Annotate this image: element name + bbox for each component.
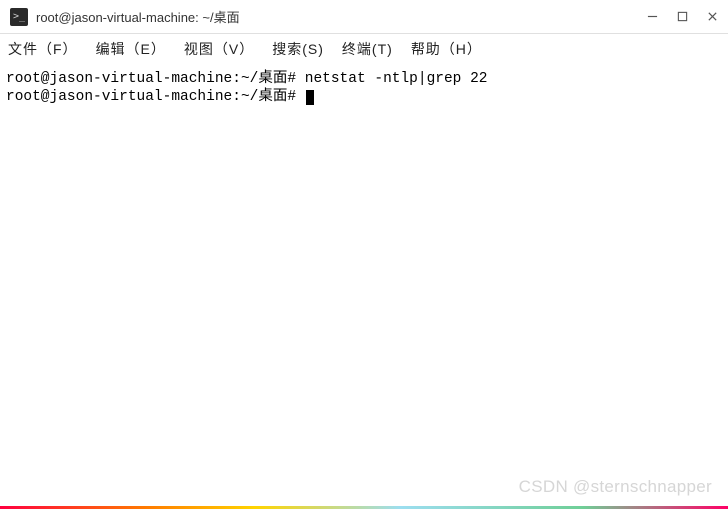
terminal-line: root@jason-virtual-machine:~/桌面# — [6, 88, 722, 106]
menu-search[interactable]: 搜索(S) — [272, 39, 324, 59]
menu-view[interactable]: 视图（V） — [184, 39, 254, 59]
window-controls — [646, 11, 718, 23]
menubar: 文件（F） 编辑（E） 视图（V） 搜索(S) 终端(T) 帮助（H） — [0, 34, 728, 64]
terminal-line: root@jason-virtual-machine:~/桌面# netstat… — [6, 70, 722, 88]
terminal-icon-glyph: >_ — [13, 11, 25, 22]
menu-edit[interactable]: 编辑（E） — [96, 39, 166, 59]
cursor-block — [306, 90, 314, 105]
titlebar: >_ root@jason-virtual-machine: ~/桌面 — [0, 0, 728, 34]
close-icon — [707, 11, 718, 22]
prompt: root@jason-virtual-machine:~/桌面# — [6, 89, 296, 105]
maximize-icon — [677, 11, 688, 22]
terminal-icon: >_ — [10, 8, 28, 26]
maximize-button[interactable] — [676, 11, 688, 23]
close-button[interactable] — [706, 11, 718, 23]
minimize-button[interactable] — [646, 11, 658, 23]
menu-file[interactable]: 文件（F） — [8, 39, 78, 59]
terminal-content[interactable]: root@jason-virtual-machine:~/桌面# netstat… — [0, 64, 728, 112]
command-text: netstat -ntlp|grep 22 — [305, 71, 488, 87]
menu-help[interactable]: 帮助（H） — [411, 39, 482, 59]
minimize-icon — [647, 11, 658, 22]
window-title: root@jason-virtual-machine: ~/桌面 — [36, 7, 646, 26]
menu-terminal[interactable]: 终端(T) — [342, 39, 393, 59]
prompt: root@jason-virtual-machine:~/桌面# — [6, 71, 296, 87]
watermark: CSDN @sternschnapper — [519, 477, 712, 497]
